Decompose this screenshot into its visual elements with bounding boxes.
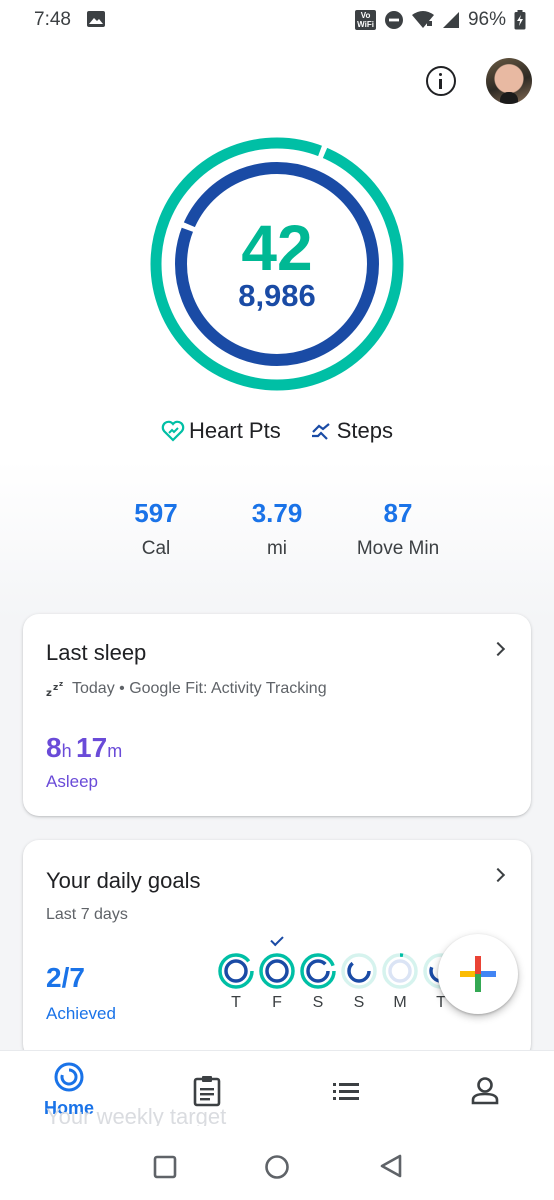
stat-label: Move Min (356, 538, 440, 559)
goal-day: T (217, 952, 255, 1012)
sleep-status: Asleep (46, 772, 98, 791)
last-sleep-card[interactable]: Last sleep z z z Today • Google Fit: Act… (23, 614, 531, 816)
goal-day: S (340, 952, 378, 1012)
rings-legend: Heart Pts Steps (0, 418, 554, 444)
status-icons: Vo WiFi 96% (355, 8, 526, 32)
stat-calories: 597 Cal (86, 496, 226, 566)
goals-achieved-count: 2/7 (46, 962, 85, 993)
legend-heart-label: Heart Pts (189, 418, 281, 443)
wifi-icon (411, 11, 434, 28)
sleep-zzz-icon: z z z (46, 680, 63, 698)
vowifi-icon: Vo WiFi (355, 10, 376, 30)
add-activity-button[interactable] (438, 934, 518, 1014)
heart-points-icon (161, 420, 185, 442)
svg-text:z: z (53, 683, 58, 693)
stat-distance: 3.79 mi (207, 496, 347, 566)
journal-icon (193, 1076, 221, 1107)
legend-steps: Steps (309, 418, 393, 444)
top-actions (426, 58, 532, 104)
do-not-disturb-icon (384, 11, 403, 29)
steps-value: 8,986 (238, 278, 316, 313)
image-notification-icon (87, 11, 105, 27)
day-ring (382, 953, 418, 989)
back-button-icon[interactable] (378, 1153, 404, 1179)
legend-steps-label: Steps (336, 418, 393, 443)
chevron-right-icon (490, 867, 506, 883)
profile-avatar[interactable] (486, 58, 532, 104)
day-ring (300, 953, 336, 989)
day-ring (341, 953, 377, 989)
goal-day: S (299, 952, 337, 1012)
legend-heart-points: Heart Pts (161, 418, 281, 444)
stat-value: 597 (134, 498, 178, 528)
card-title: Your daily goals (46, 868, 201, 893)
cell-signal-icon (442, 12, 459, 28)
svg-text:z: z (46, 688, 52, 698)
stat-value: 87 (383, 498, 413, 528)
sleep-duration: 8h 17m (46, 732, 123, 763)
profile-icon (471, 1077, 499, 1105)
stat-value: 3.79 (251, 498, 303, 528)
day-ring (218, 953, 254, 989)
battery-percent: 96% (467, 9, 506, 30)
browse-list-icon (333, 1083, 359, 1100)
goals-achieved-label: Achieved (46, 1004, 116, 1023)
stat-label: Cal (141, 538, 171, 559)
goal-day: M (381, 952, 419, 1012)
nav-profile[interactable] (440, 1061, 530, 1112)
home-button-icon[interactable] (264, 1154, 290, 1180)
card-title: Last sleep (46, 640, 147, 665)
info-icon[interactable] (426, 66, 456, 96)
steps-icon (311, 423, 330, 440)
nav-browse[interactable] (301, 1061, 391, 1108)
check-icon (270, 932, 284, 947)
recents-button-icon[interactable] (153, 1155, 177, 1179)
chevron-right-icon (490, 641, 506, 657)
goals-subtitle: Last 7 days (46, 906, 128, 923)
heart-points-value: 42 (241, 212, 313, 284)
day-ring (259, 953, 295, 989)
svg-text:z: z (59, 680, 63, 688)
system-nav-bar (0, 1126, 554, 1200)
plus-icon (460, 956, 496, 992)
home-rings-icon (54, 1062, 84, 1092)
battery-charging-icon (514, 10, 526, 30)
ring-center: 42 8,986 (150, 137, 404, 391)
sleep-source: Today • Google Fit: Activity Tracking (72, 680, 327, 697)
status-bar: 7:48 Vo WiFi 96% (0, 0, 554, 40)
sleep-subtitle: z z z Today • Google Fit: Activity Track… (46, 680, 327, 698)
status-time: 7:48 (34, 9, 71, 30)
stat-label: mi (266, 538, 288, 559)
goal-day-met: F (258, 932, 296, 1012)
stat-move-minutes: 87 Move Min (328, 496, 468, 566)
